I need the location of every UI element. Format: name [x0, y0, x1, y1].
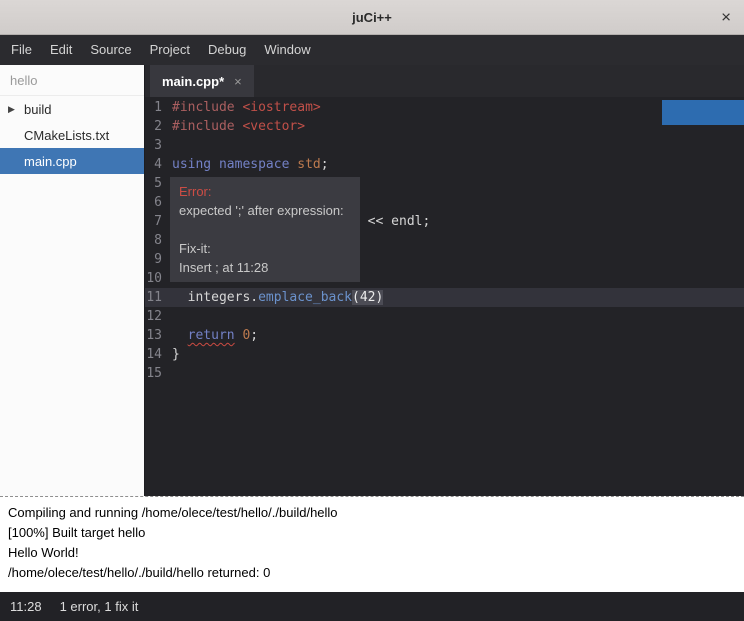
code-line[interactable]: 2#include <vector>: [145, 117, 744, 136]
code-segment: <vector>: [242, 119, 305, 134]
code-text: integers.emplace_back(42): [167, 288, 383, 307]
code-segment: <iostream>: [242, 100, 320, 115]
code-line[interactable]: 3: [145, 136, 744, 155]
code-segment: #include: [172, 119, 242, 134]
line-number: 4: [145, 155, 167, 174]
code-line[interactable]: 15: [145, 364, 744, 383]
code-text: }: [167, 345, 180, 364]
line-number: 12: [145, 307, 167, 326]
code-segment: }: [172, 347, 180, 362]
menu-window[interactable]: Window: [255, 35, 319, 65]
sidebar-item-main-cpp[interactable]: main.cpp: [0, 148, 144, 174]
terminal-output-panel[interactable]: Compiling and running /home/olece/test/h…: [0, 496, 744, 592]
code-segment: << endl;: [360, 214, 430, 229]
tab-label: main.cpp*: [162, 74, 224, 89]
menu-source[interactable]: Source: [81, 35, 140, 65]
code-segment: using: [172, 157, 211, 172]
line-number: 9: [145, 250, 167, 269]
code-segment: [211, 157, 219, 172]
fixit-message: Insert ; at 11:28: [179, 258, 351, 277]
code-segment: integers.: [172, 290, 258, 305]
expander-icon[interactable]: ▶: [8, 104, 15, 115]
code-line[interactable]: 1#include <iostream>: [145, 98, 744, 117]
terminal-output-line: [100%] Built target hello: [8, 523, 736, 543]
code-text: [167, 136, 172, 155]
menu-edit[interactable]: Edit: [41, 35, 81, 65]
line-number: 10: [145, 269, 167, 288]
window-title: juCi++: [352, 10, 392, 25]
code-segment: std: [297, 157, 320, 172]
code-line[interactable]: 13 return 0;: [145, 326, 744, 345]
code-text: #include <vector>: [167, 117, 305, 136]
menu-file[interactable]: File: [2, 35, 41, 65]
menu-bar: FileEditSourceProjectDebugWindow: [0, 35, 744, 65]
code-line[interactable]: 4using namespace std;: [145, 155, 744, 174]
line-number: 3: [145, 136, 167, 155]
code-segment: return: [188, 328, 235, 343]
terminal-output-line: /home/olece/test/hello/./build/hello ret…: [8, 563, 736, 583]
code-segment: (42): [352, 290, 383, 305]
close-window-icon[interactable]: ×: [721, 9, 731, 26]
tab-bar: main.cpp* ×: [145, 65, 744, 97]
sidebar-item-cmakelists-txt[interactable]: CMakeLists.txt: [0, 122, 144, 148]
tree-item-label: build: [24, 102, 51, 117]
terminal-output-line: Compiling and running /home/olece/test/h…: [8, 503, 736, 523]
code-text: #include <iostream>: [167, 98, 321, 117]
line-number: 5: [145, 174, 167, 193]
line-number: 15: [145, 364, 167, 383]
line-number: 6: [145, 193, 167, 212]
scrollbar-thumb[interactable]: [662, 100, 744, 125]
tree-item-label: main.cpp: [24, 154, 77, 169]
code-segment: emplace_back: [258, 290, 352, 305]
line-number: 2: [145, 117, 167, 136]
title-bar[interactable]: juCi++ ×: [0, 0, 744, 35]
app-window: juCi++ × FileEditSourceProjectDebugWindo…: [0, 0, 744, 621]
code-text: [167, 364, 172, 383]
error-label: Error:: [179, 182, 351, 201]
line-number: 14: [145, 345, 167, 364]
diagnostic-tooltip: Error: expected ';' after expression: Fi…: [170, 177, 360, 282]
diagnostics-summary: 1 error, 1 fix it: [60, 599, 139, 614]
code-text: [167, 307, 172, 326]
code-segment: namespace: [219, 157, 289, 172]
terminal-output-line: Hello World!: [8, 543, 736, 563]
line-number: 13: [145, 326, 167, 345]
project-name-header: hello: [0, 65, 144, 96]
cursor-position: 11:28: [10, 599, 42, 614]
editor-column: main.cpp* × 1#include <iostream>2#includ…: [145, 65, 744, 496]
line-number: 1: [145, 98, 167, 117]
status-bar: 11:28 1 error, 1 fix it: [0, 592, 744, 621]
line-number: 8: [145, 231, 167, 250]
tab-main-cpp[interactable]: main.cpp* ×: [150, 65, 254, 97]
code-segment: [172, 328, 188, 343]
code-segment: #include: [172, 100, 242, 115]
error-message: expected ';' after expression:: [179, 201, 351, 220]
code-line[interactable]: 11 integers.emplace_back(42): [145, 288, 744, 307]
fixit-label: Fix-it:: [179, 239, 351, 258]
code-line[interactable]: 14}: [145, 345, 744, 364]
file-tree-sidebar: hello ▶ build CMakeLists.txt main.cpp: [0, 65, 145, 496]
code-text: return 0;: [167, 326, 258, 345]
code-line[interactable]: 12: [145, 307, 744, 326]
line-number: 11: [145, 288, 167, 307]
menu-debug[interactable]: Debug: [199, 35, 255, 65]
code-text: using namespace std;: [167, 155, 329, 174]
tooltip-spacer: [179, 220, 351, 239]
code-segment: ;: [321, 157, 329, 172]
file-tree: ▶ build CMakeLists.txt main.cpp: [0, 96, 144, 174]
code-editor[interactable]: 1#include <iostream>2#include <vector>34…: [145, 97, 744, 496]
tree-item-label: CMakeLists.txt: [24, 128, 109, 143]
main-area: hello ▶ build CMakeLists.txt main.cpp main.…: [0, 65, 744, 496]
menu-project[interactable]: Project: [141, 35, 199, 65]
line-number: 7: [145, 212, 167, 231]
code-segment: ;: [250, 328, 258, 343]
tab-close-icon[interactable]: ×: [234, 74, 242, 89]
sidebar-item-build[interactable]: ▶ build: [0, 96, 144, 122]
